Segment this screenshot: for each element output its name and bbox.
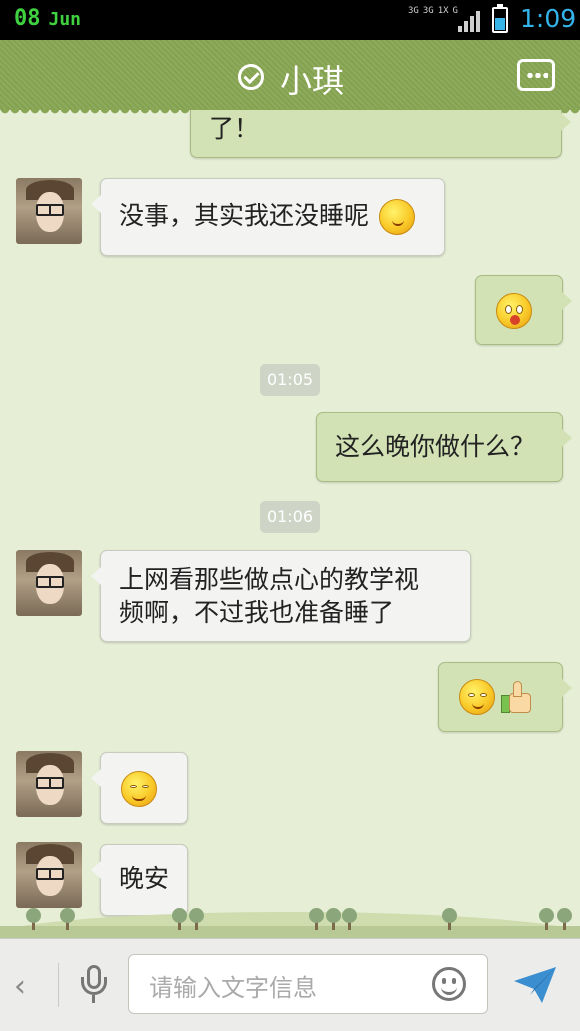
status-date: 08 Jun — [14, 6, 81, 31]
tree-icon — [189, 908, 204, 930]
message-bubble-outgoing[interactable]: 了！ — [190, 110, 571, 158]
tree-icon — [442, 908, 457, 930]
surprised-icon — [496, 293, 532, 329]
message-text-line-2: 频啊，不过我也准备睡了 — [119, 598, 395, 627]
message-bubble-outgoing[interactable] — [438, 662, 572, 732]
emoji-picker-button[interactable] — [432, 967, 466, 1001]
thumbs-up-icon — [499, 679, 533, 715]
status-time: 1:09 — [520, 4, 577, 33]
status-bar: 08 Jun 3G 3G 1X G 1:09 — [0, 0, 580, 40]
tree-icon — [60, 908, 75, 930]
message-timestamp: 01:05 — [260, 364, 320, 396]
tree-icon — [26, 908, 41, 930]
tree-icon — [539, 908, 554, 930]
network-label-2: 3G — [422, 6, 434, 16]
shy-icon — [121, 771, 157, 807]
status-month: Jun — [48, 9, 82, 30]
tree-icon — [557, 908, 572, 930]
message-bubble-outgoing[interactable]: 这么晚你做什么？ — [316, 412, 572, 482]
divider — [58, 963, 59, 1007]
message-input-placeholder: 请输入文字信息 — [149, 974, 317, 1002]
tree-icon — [342, 908, 357, 930]
verified-check-icon — [238, 64, 264, 90]
more-options-button[interactable] — [517, 59, 555, 91]
network-indicator: 3G 3G 1X G — [408, 6, 462, 16]
tree-icon — [309, 908, 324, 930]
message-bubble-incoming[interactable]: 没事，其实我还没睡呢 — [91, 178, 445, 256]
contact-name: 小琪 — [280, 62, 345, 100]
send-icon[interactable] — [512, 965, 558, 1005]
smile-icon — [378, 199, 415, 235]
chat-screen: 08 Jun 3G3G1XG 1:09 小琪 了！ 没事，其实我还没睡呢 — [0, 0, 580, 1031]
input-bar: ‹ 请输入文字信息 — [0, 938, 580, 1031]
more-dots-icon — [526, 73, 548, 78]
contact-avatar[interactable] — [16, 178, 82, 244]
chevron-left-icon[interactable]: ‹ — [14, 969, 26, 1004]
message-list[interactable]: 了！ 没事，其实我还没睡呢 01:05 这么晚你做什么？ 01:06 上网看那些… — [0, 110, 580, 938]
message-bubble-outgoing[interactable] — [475, 275, 572, 345]
message-text: 了！ — [209, 114, 260, 143]
message-bubble-incoming[interactable] — [91, 752, 188, 824]
message-text: 晚安 — [119, 864, 170, 893]
message-text: 这么晚你做什么？ — [335, 432, 536, 461]
microphone-icon[interactable] — [80, 965, 108, 1005]
landscape-decoration — [0, 890, 580, 938]
sweat-smile-icon — [459, 679, 495, 715]
battery-icon — [492, 4, 508, 33]
signal-icon — [458, 10, 482, 32]
network-label-1: 3G — [408, 6, 419, 16]
tree-icon — [326, 908, 341, 930]
contact-avatar[interactable] — [16, 550, 82, 616]
status-day: 08 — [14, 6, 41, 31]
tree-icon — [172, 908, 187, 930]
network-label-3: 1X — [437, 6, 449, 16]
contact-avatar[interactable] — [16, 751, 82, 817]
message-timestamp: 01:06 — [260, 501, 320, 533]
message-bubble-incoming[interactable]: 上网看那些做点心的教学视 频啊，不过我也准备睡了 — [91, 550, 471, 642]
message-text-line-1: 上网看那些做点心的教学视 — [119, 565, 420, 594]
message-text: 没事，其实我还没睡呢 — [119, 201, 370, 230]
chat-header: 小琪 — [0, 40, 580, 115]
